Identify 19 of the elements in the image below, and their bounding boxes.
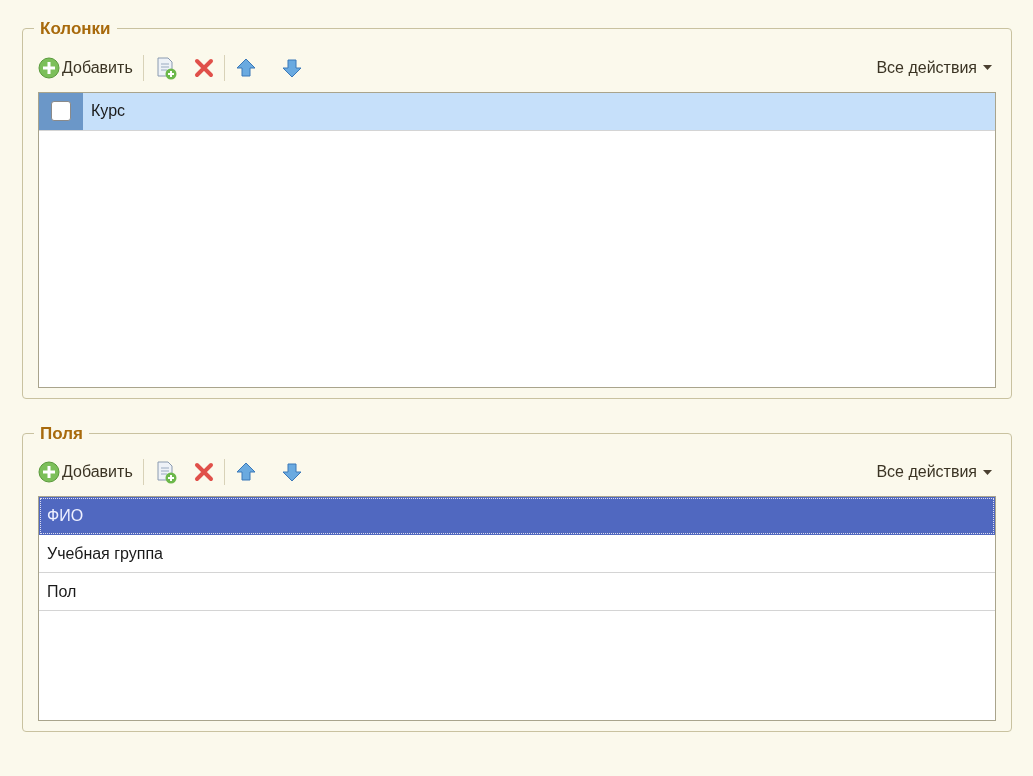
- arrow-down-icon[interactable]: [280, 56, 303, 79]
- arrow-down-icon[interactable]: [280, 461, 303, 483]
- arrow-up-icon[interactable]: [234, 56, 257, 79]
- all-actions-menu[interactable]: Все действия: [876, 55, 996, 80]
- delete-icon[interactable]: [193, 462, 214, 482]
- add-button[interactable]: Добавить: [38, 55, 133, 80]
- caret-icon: [983, 65, 992, 70]
- group-title: Колонки: [39, 18, 112, 40]
- list-row[interactable]: ФИО: [39, 497, 995, 535]
- plus-icon: [38, 461, 60, 483]
- caret-icon: [983, 469, 992, 475]
- all-actions-menu[interactable]: Все действия: [876, 460, 996, 484]
- delete-icon[interactable]: [193, 57, 214, 78]
- group-title: Поля: [39, 422, 84, 445]
- arrow-up-icon[interactable]: [234, 461, 257, 483]
- list-row[interactable]: Курс: [39, 92, 995, 131]
- add-button[interactable]: Добавить: [38, 460, 133, 484]
- plus-icon: [38, 56, 60, 79]
- checkbox[interactable]: [51, 101, 71, 121]
